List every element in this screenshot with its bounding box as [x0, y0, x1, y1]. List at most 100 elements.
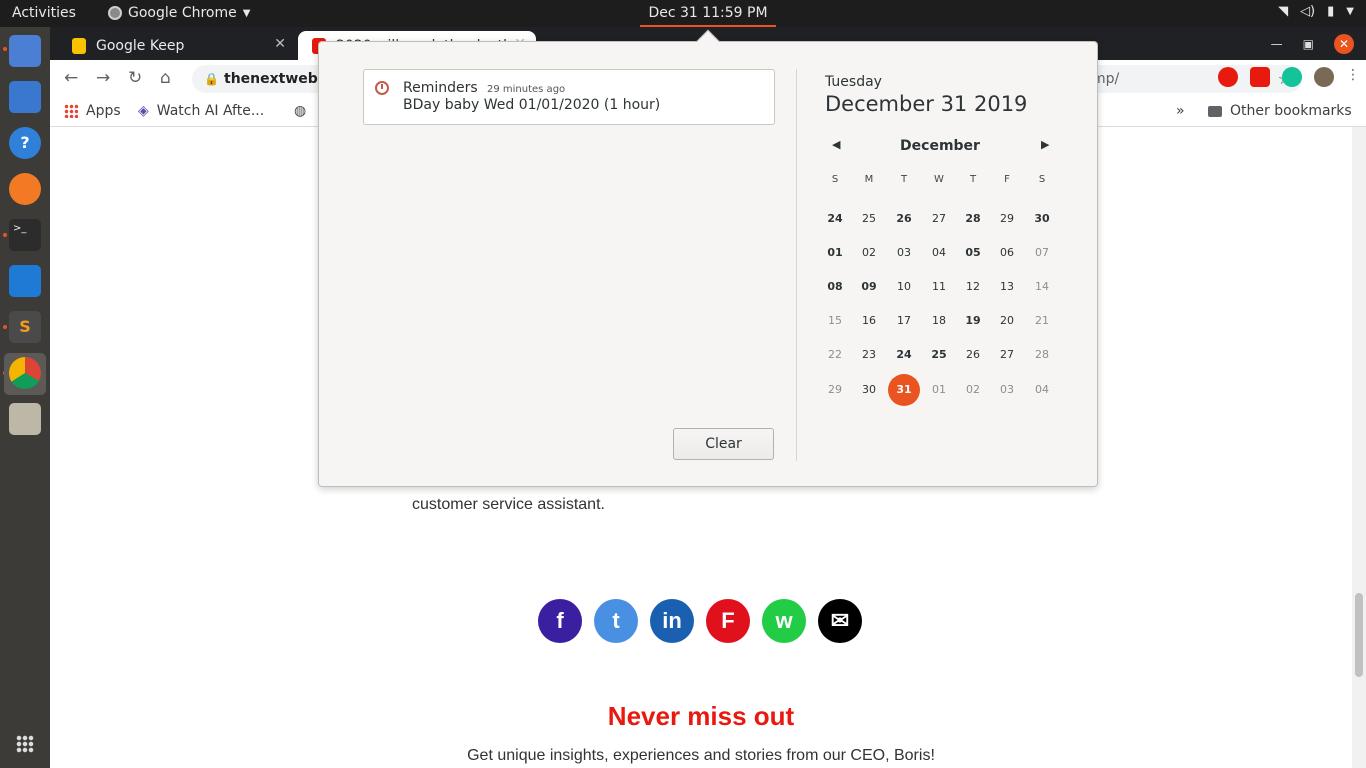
- minimize-icon[interactable]: —: [1271, 37, 1283, 51]
- calendar-day[interactable]: 06: [991, 237, 1023, 269]
- linkedin-share-icon[interactable]: in: [650, 599, 694, 643]
- calendar-day[interactable]: 24: [888, 339, 920, 371]
- calendar-day[interactable]: 26: [957, 339, 989, 371]
- profile-avatar[interactable]: [1314, 67, 1334, 87]
- youtube-extension-icon[interactable]: [1250, 67, 1270, 87]
- calendar-day[interactable]: 08: [819, 271, 851, 303]
- calendar-day[interactable]: 27: [923, 203, 955, 235]
- forward-icon[interactable]: →: [96, 68, 110, 88]
- scrollbar-thumb[interactable]: [1355, 593, 1363, 677]
- calendar-day-today[interactable]: 31: [888, 374, 920, 406]
- calendar-day[interactable]: 02: [957, 374, 989, 406]
- firefox-icon[interactable]: [9, 173, 41, 205]
- flipboard-share-icon[interactable]: F: [706, 599, 750, 643]
- calendar-day[interactable]: 30: [853, 374, 885, 406]
- calendar-day[interactable]: 17: [888, 305, 920, 337]
- calendar-day[interactable]: 07: [1026, 237, 1058, 269]
- calendar-day[interactable]: 28: [957, 203, 989, 235]
- calendar-day[interactable]: 27: [991, 339, 1023, 371]
- app-menu-label: Google Chrome: [128, 5, 237, 21]
- full-date-label[interactable]: December 31 2019: [825, 92, 1027, 116]
- show-applications-icon[interactable]: [16, 735, 34, 753]
- page-scrollbar[interactable]: [1352, 127, 1366, 768]
- sublime-icon[interactable]: S: [9, 311, 41, 343]
- calendar-day[interactable]: 19: [957, 305, 989, 337]
- overflow-label: »: [1176, 103, 1185, 119]
- calendar-day[interactable]: 09: [853, 271, 885, 303]
- help-icon[interactable]: ?: [9, 127, 41, 159]
- calendar-day[interactable]: 12: [957, 271, 989, 303]
- clear-button[interactable]: Clear: [673, 428, 774, 460]
- calendar-day[interactable]: 10: [888, 271, 920, 303]
- calendar-day[interactable]: 11: [923, 271, 955, 303]
- bookmark-globe[interactable]: ◍: [294, 103, 306, 119]
- volume-icon: ◁): [1300, 4, 1316, 19]
- calendar-day[interactable]: 14: [1026, 271, 1058, 303]
- calendar-day[interactable]: 03: [991, 374, 1023, 406]
- clock-button[interactable]: Dec 31 11:59 PM: [640, 0, 776, 27]
- calendar-day[interactable]: 13: [991, 271, 1023, 303]
- whatsapp-share-icon[interactable]: w: [762, 599, 806, 643]
- calendar-day[interactable]: 01: [819, 237, 851, 269]
- notification-card[interactable]: Reminders 29 minutes ago BDay baby Wed 0…: [363, 69, 775, 125]
- calendar-day[interactable]: 04: [923, 237, 955, 269]
- month-label: December: [900, 138, 980, 154]
- app-menu[interactable]: Google Chrome ▼: [108, 5, 250, 21]
- calendar-day[interactable]: 18: [923, 305, 955, 337]
- calendar-day[interactable]: 25: [923, 339, 955, 371]
- calendar-day[interactable]: 23: [853, 339, 885, 371]
- calendar-day[interactable]: 20: [991, 305, 1023, 337]
- reload-icon[interactable]: ↻: [128, 68, 142, 88]
- apps-grid-icon: [64, 104, 78, 118]
- weekday-header-cell: T: [900, 174, 908, 185]
- back-icon[interactable]: ←: [64, 68, 78, 88]
- lock-icon: 🔒: [204, 72, 219, 86]
- twitter-share-icon[interactable]: t: [594, 599, 638, 643]
- calendar-day[interactable]: 01: [923, 374, 955, 406]
- calendar-day[interactable]: 02: [853, 237, 885, 269]
- system-tray[interactable]: ◥ ◁) ▮ ▼: [1278, 4, 1354, 19]
- vscode-icon[interactable]: [9, 265, 41, 297]
- tab-google-keep[interactable]: Google Keep ✕: [58, 31, 296, 60]
- calendar-day[interactable]: 26: [888, 203, 920, 235]
- calendar-day[interactable]: 15: [819, 305, 851, 337]
- calendar-day[interactable]: 25: [853, 203, 885, 235]
- grammarly-extension-icon[interactable]: [1282, 67, 1302, 87]
- maximize-icon[interactable]: ▣: [1303, 37, 1314, 51]
- calendar-day[interactable]: 29: [819, 374, 851, 406]
- calendar-day[interactable]: 24: [819, 203, 851, 235]
- bookmark-watch-ai[interactable]: ◈ Watch AI Afte...: [138, 103, 264, 119]
- calendar-day[interactable]: 22: [819, 339, 851, 371]
- home-icon[interactable]: ⌂: [160, 68, 171, 88]
- other-bookmarks[interactable]: Other bookmarks: [1208, 103, 1352, 119]
- close-tab-icon[interactable]: ✕: [274, 36, 286, 52]
- terminal-icon[interactable]: >_: [9, 219, 41, 251]
- bookmark-apps[interactable]: Apps: [64, 103, 121, 119]
- article-text: customer service assistant.: [412, 496, 605, 513]
- calendar-popover: Reminders 29 minutes ago BDay baby Wed 0…: [318, 29, 1098, 487]
- next-month-icon[interactable]: ▶: [1041, 138, 1049, 151]
- calendar-day[interactable]: 05: [957, 237, 989, 269]
- facebook-share-icon[interactable]: f: [538, 599, 582, 643]
- weekday-label: Tuesday: [825, 74, 882, 90]
- chrome-dock-icon[interactable]: [9, 357, 41, 389]
- opera-extension-icon[interactable]: [1218, 67, 1238, 87]
- window-controls: — ▣ ✕: [1271, 34, 1354, 54]
- menu-icon[interactable]: ⋮: [1346, 67, 1360, 87]
- calendar-day[interactable]: 29: [991, 203, 1023, 235]
- calendar-day[interactable]: 16: [853, 305, 885, 337]
- text-editor-icon[interactable]: [9, 81, 41, 113]
- calendar-day[interactable]: 21: [1026, 305, 1058, 337]
- weekday-header-cell: S: [831, 174, 839, 185]
- files-icon[interactable]: [9, 35, 41, 67]
- activities-button[interactable]: Activities: [12, 5, 76, 21]
- email-share-icon[interactable]: ✉: [818, 599, 862, 643]
- calendar-day[interactable]: 30: [1026, 203, 1058, 235]
- calendar-day[interactable]: 28: [1026, 339, 1058, 371]
- calendar-day[interactable]: 03: [888, 237, 920, 269]
- globe-icon: ◍: [294, 103, 307, 119]
- close-window-icon[interactable]: ✕: [1334, 34, 1354, 54]
- calendar-day[interactable]: 04: [1026, 374, 1058, 406]
- archive-icon[interactable]: [9, 403, 41, 435]
- bookmarks-overflow[interactable]: »: [1176, 103, 1185, 119]
